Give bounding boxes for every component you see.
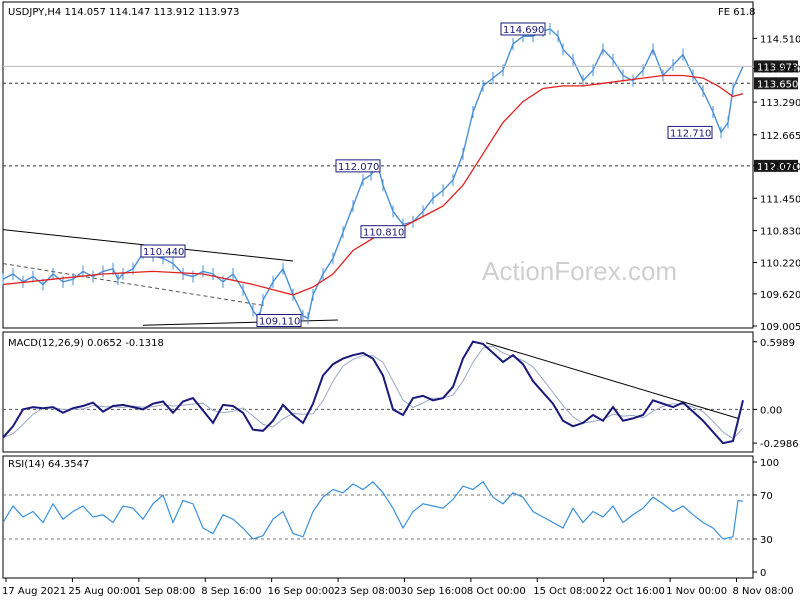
watermark: ActionForex.com bbox=[482, 256, 677, 286]
price-ytick-label: 112.665 bbox=[760, 131, 800, 142]
macd-panel[interactable] bbox=[2, 331, 754, 453]
level-price-label: 113.650 bbox=[757, 79, 798, 90]
annotation-label: 110.440 bbox=[143, 247, 184, 258]
rsi-ytick-label: 100 bbox=[760, 458, 779, 469]
x-tick-label: 8 Nov 08:00 bbox=[733, 586, 794, 597]
x-tick-label: 23 Sep 08:00 bbox=[334, 586, 401, 597]
x-tick-label: 22 Oct 16:00 bbox=[600, 586, 665, 597]
x-tick-label: 15 Oct 08:00 bbox=[533, 586, 598, 597]
rsi-ytick-label: 0 bbox=[760, 568, 766, 579]
annotation-label: 110.810 bbox=[363, 228, 404, 239]
x-tick-label: 30 Sep 16:00 bbox=[400, 586, 467, 597]
macd-header: MACD(12,26,9) 0.0652 -0.1318 bbox=[8, 338, 164, 349]
price-ytick-label: 109.005 bbox=[760, 322, 800, 333]
rsi-panel[interactable] bbox=[2, 455, 754, 579]
annotation-label: 112.070 bbox=[338, 162, 379, 173]
price-ytick-label: 112.070 bbox=[760, 162, 800, 173]
price-ytick-label: 110.220 bbox=[760, 259, 800, 270]
price-ytick-label: 114.510 bbox=[760, 34, 800, 45]
annotation-label: 112.710 bbox=[670, 128, 711, 139]
x-tick-label: 17 Aug 2021 bbox=[2, 586, 66, 597]
price-ytick-label: 110.830 bbox=[760, 227, 800, 238]
rsi-ytick-label: 30 bbox=[760, 535, 773, 546]
x-tick-label: 16 Sep 00:00 bbox=[268, 586, 335, 597]
annotation-label: 114.690 bbox=[503, 25, 544, 36]
macd-ytick-label: 0.5989 bbox=[760, 338, 795, 349]
x-tick-label: 1 Sep 08:00 bbox=[135, 586, 195, 597]
chart-svg[interactable]: ActionForex.com USDJPY,H4 114.057 114.14… bbox=[0, 0, 800, 600]
price-header: USDJPY,H4 114.057 114.147 113.912 113.97… bbox=[8, 7, 239, 18]
macd-ytick-label: -0.2986 bbox=[760, 439, 799, 450]
fe-label: FE 61.8 bbox=[718, 7, 756, 18]
rsi-ytick-label: 70 bbox=[760, 491, 773, 502]
x-tick-label: 8 Sep 16:00 bbox=[201, 586, 261, 597]
annotation-label: 109.110 bbox=[259, 317, 300, 328]
price-ytick-label: 111.450 bbox=[760, 194, 800, 205]
price-ytick-label: 109.620 bbox=[760, 290, 800, 301]
price-ytick-label: 113.930 bbox=[760, 65, 800, 76]
x-tick-label: 1 Nov 00:00 bbox=[666, 586, 727, 597]
x-tick-label: 8 Oct 00:00 bbox=[467, 586, 526, 597]
axis-layer: 17 Aug 2021 25 Aug 00:001 Sep 08:00 8 Sep … bbox=[2, 578, 794, 597]
rsi-header: RSI(14) 64.3547 bbox=[8, 459, 89, 470]
x-tick-label: 25 Aug 00:00 bbox=[68, 586, 135, 597]
price-ytick-label: 113.290 bbox=[760, 98, 800, 109]
chart-window: ActionForex.com USDJPY,H4 114.057 114.14… bbox=[0, 0, 800, 600]
macd-ytick-label: 0.00 bbox=[760, 405, 782, 416]
